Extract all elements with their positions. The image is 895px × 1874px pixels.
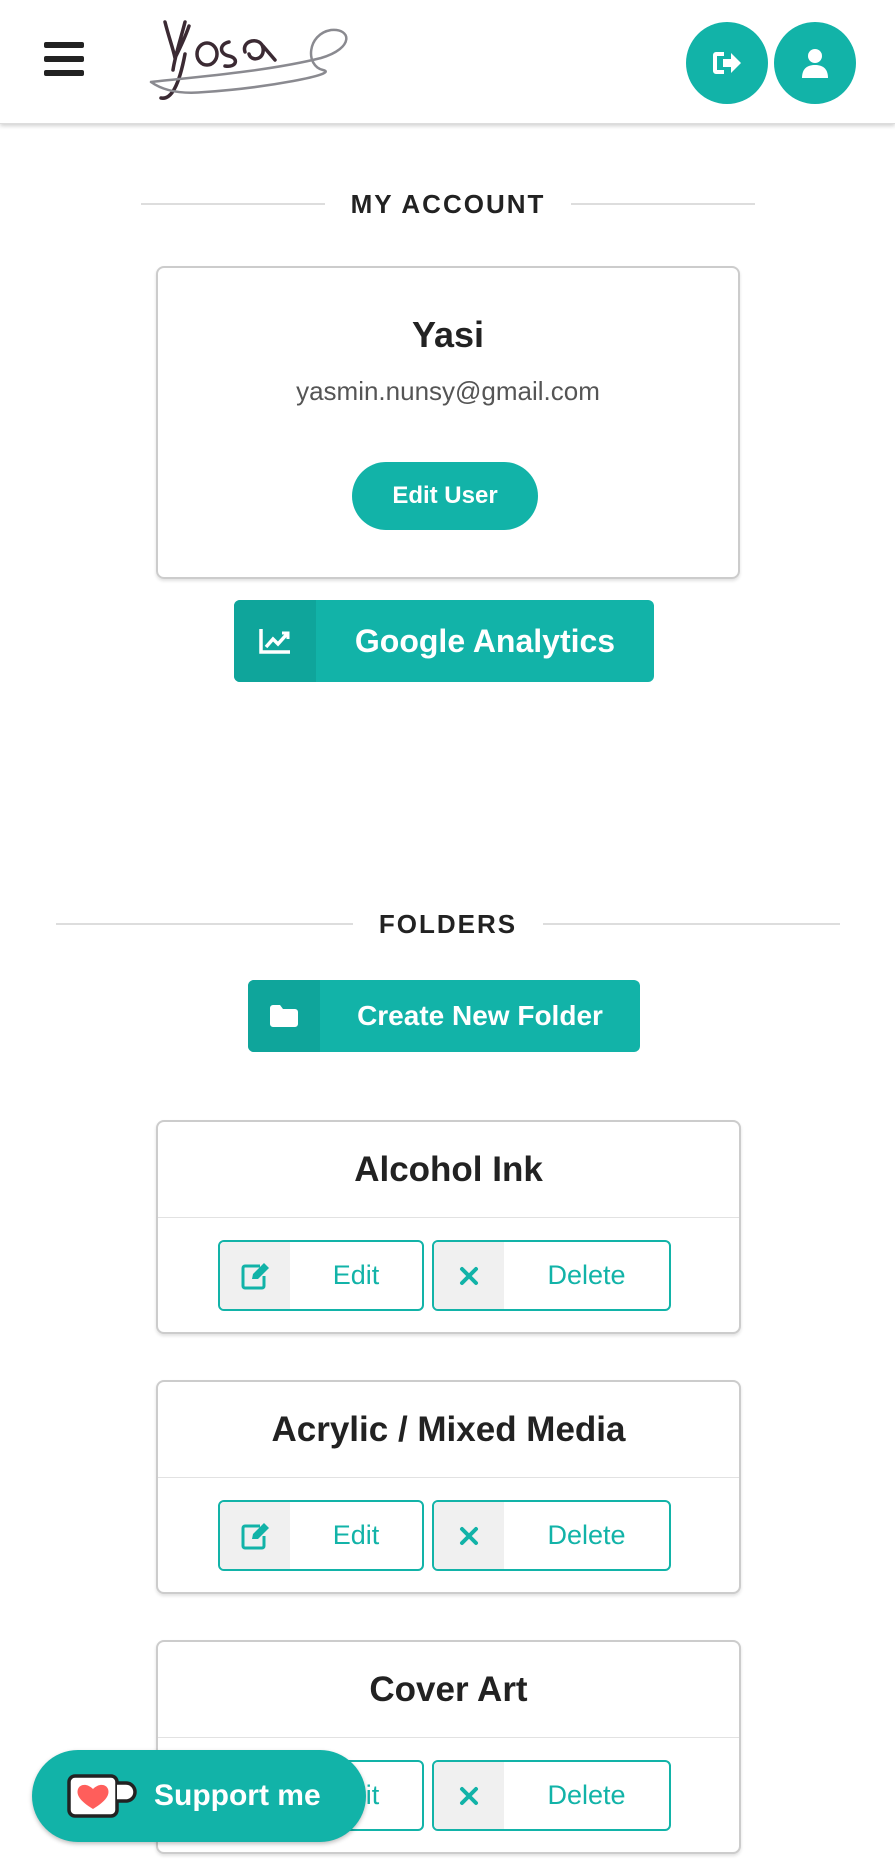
user-icon — [802, 49, 828, 78]
user-profile-button[interactable] — [774, 22, 856, 104]
close-icon — [434, 1762, 504, 1829]
support-me-label: Support me — [154, 1779, 321, 1812]
folder-title: Alcohol Ink — [158, 1122, 739, 1218]
delete-folder-button[interactable]: Delete — [432, 1500, 671, 1571]
edit-user-button[interactable]: Edit User — [352, 462, 538, 530]
support-me-button[interactable]: Support me — [32, 1750, 366, 1842]
user-email: yasmin.nunsy@gmail.com — [296, 376, 600, 406]
google-analytics-label: Google Analytics — [354, 622, 616, 659]
delete-label: Delete — [547, 1780, 626, 1810]
chart-line-icon — [234, 600, 316, 682]
close-icon — [434, 1502, 504, 1569]
edit-icon — [220, 1242, 290, 1309]
edit-folder-button[interactable]: Edit — [218, 1240, 424, 1311]
folder-title: Cover Art — [158, 1642, 739, 1738]
my-account-title: MY ACCOUNT — [350, 188, 546, 219]
delete-folder-button[interactable]: Delete — [432, 1760, 671, 1831]
sign-out-button[interactable] — [686, 22, 768, 104]
sign-out-icon — [713, 52, 741, 74]
folder-icon — [248, 980, 320, 1052]
edit-icon — [220, 1502, 290, 1569]
edit-folder-button[interactable]: Edit — [218, 1500, 424, 1571]
account-card: Yasi yasmin.nunsy@gmail.com Edit User — [156, 266, 740, 579]
delete-label: Delete — [547, 1260, 626, 1290]
my-account-heading: MY ACCOUNT — [136, 186, 760, 222]
google-analytics-button[interactable]: Google Analytics — [234, 600, 654, 682]
divider-line — [571, 203, 756, 205]
divider-line — [543, 923, 840, 925]
folder-card: Alcohol Ink Edit Delete — [156, 1120, 741, 1334]
edit-label: Edit — [332, 1520, 380, 1550]
folder-title: Acrylic / Mixed Media — [158, 1382, 739, 1478]
folders-title: FOLDERS — [378, 908, 518, 939]
edit-label: Edit — [332, 1260, 380, 1290]
ko-fi-cup-icon — [67, 1774, 137, 1818]
folder-card: Acrylic / Mixed Media Edit Delete — [156, 1380, 741, 1594]
create-new-folder-label: Create New Folder — [357, 1000, 603, 1031]
close-icon — [434, 1242, 504, 1309]
hamburger-menu-icon[interactable] — [44, 42, 86, 80]
user-name: Yasi — [411, 314, 485, 355]
divider-line — [140, 203, 325, 205]
create-new-folder-button[interactable]: Create New Folder — [248, 980, 640, 1052]
divider-line — [56, 923, 353, 925]
delete-label: Delete — [547, 1520, 626, 1550]
top-navbar — [0, 0, 895, 124]
delete-folder-button[interactable]: Delete — [432, 1240, 671, 1311]
folders-heading: FOLDERS — [56, 906, 840, 942]
site-logo[interactable] — [145, 8, 355, 112]
